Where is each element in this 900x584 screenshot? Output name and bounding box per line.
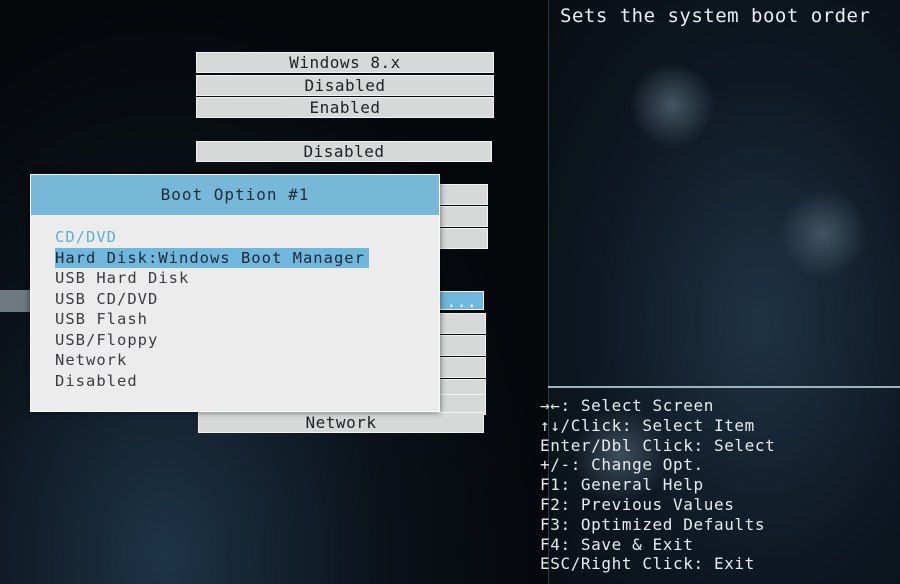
- boot-option-hard-disk[interactable]: Hard Disk:Windows Boot Manager: [55, 247, 369, 268]
- help-divider: [548, 386, 900, 388]
- boot-option-usb-cd-dvd[interactable]: USB CD/DVD: [55, 289, 369, 310]
- help-general-help: F1: General Help: [540, 475, 704, 495]
- setting-value-3[interactable]: Enabled: [196, 97, 494, 118]
- selected-row-highlight: [0, 290, 30, 312]
- boot-option-usb-flash[interactable]: USB Flash: [55, 309, 369, 330]
- setting-value-4[interactable]: Disabled: [196, 141, 492, 162]
- help-optimized-defaults: F3: Optimized Defaults: [540, 514, 766, 534]
- help-select-item: ↑↓/Click: Select Item: [540, 415, 755, 435]
- help-previous-values: F2: Previous Values: [540, 494, 735, 514]
- setting-value-os-type[interactable]: Windows 8.x: [196, 52, 494, 73]
- boot-option-list: CD/DVD Hard Disk:Windows Boot Manager US…: [55, 227, 369, 391]
- help-save-exit: F4: Save & Exit: [540, 534, 694, 554]
- setting-value-hidden-6[interactable]: [436, 357, 486, 378]
- boot-option-popup: Boot Option #1 CD/DVD Hard Disk:Windows …: [30, 174, 440, 412]
- boot-option-disabled[interactable]: Disabled: [55, 371, 369, 392]
- item-description: Sets the system boot order: [560, 5, 871, 27]
- key-help: →←: Select Screen ↑↓/Click: Select Item …: [540, 396, 775, 574]
- boot-option-network[interactable]: Network: [55, 350, 369, 371]
- setting-value-hidden-2[interactable]: [436, 206, 488, 227]
- help-select: Enter/Dbl Click: Select: [540, 435, 776, 455]
- setting-value-hidden-1[interactable]: [436, 184, 488, 205]
- setting-value-2[interactable]: Disabled: [196, 75, 494, 96]
- help-select-screen: →←: Select Screen: [540, 396, 714, 415]
- boot-option-cd-dvd[interactable]: CD/DVD: [55, 227, 369, 248]
- popup-title: Boot Option #1: [31, 175, 439, 215]
- setting-value-hidden-4[interactable]: [436, 313, 486, 334]
- help-exit: ESC/Right Click: Exit: [540, 554, 755, 574]
- help-change-opt: +/-: Change Opt.: [540, 455, 704, 475]
- setting-value-network[interactable]: Network: [198, 412, 484, 433]
- setting-value-hidden-3[interactable]: [436, 228, 488, 249]
- boot-option-usb-floppy[interactable]: USB/Floppy: [55, 330, 369, 351]
- boot-option-usb-hard-disk[interactable]: USB Hard Disk: [55, 268, 369, 289]
- setting-value-hidden-5[interactable]: [436, 335, 486, 356]
- setting-value-boot-option-1[interactable]: ...: [436, 291, 484, 311]
